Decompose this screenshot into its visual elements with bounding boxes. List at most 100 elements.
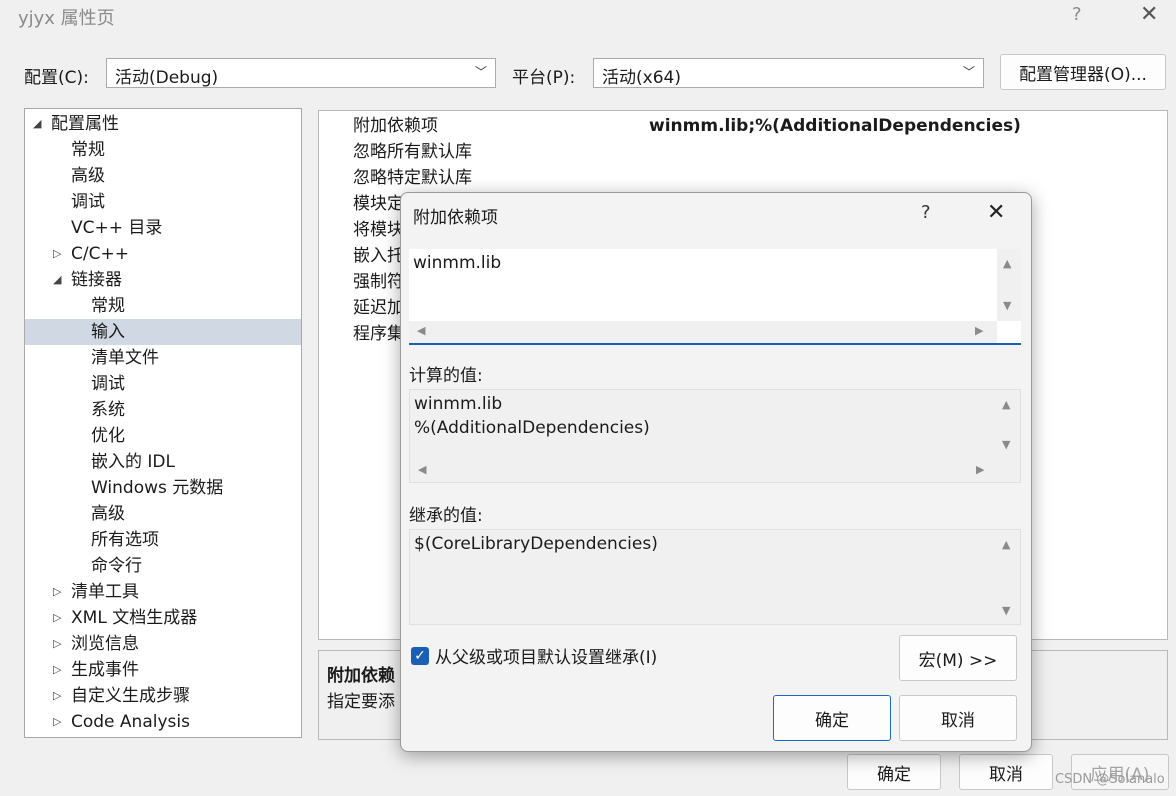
tree-item-label: 生成事件 bbox=[71, 660, 139, 680]
scroll-left-icon[interactable]: ◀ bbox=[418, 463, 426, 476]
watermark: CSDN @Solanalo bbox=[1055, 772, 1165, 787]
config-combo-value: 活动(Debug) bbox=[115, 68, 219, 88]
inherit-checkbox-label[interactable]: 从父级或项目默认设置继承(I) bbox=[435, 643, 657, 668]
macro-button[interactable]: 宏(M) >> bbox=[899, 635, 1017, 681]
tree-item[interactable]: ▷ 生成事件 bbox=[25, 657, 301, 683]
computed-line-1: winmm.lib bbox=[414, 394, 503, 414]
tree-item[interactable]: VC++ 目录 bbox=[25, 215, 301, 241]
tree-item[interactable]: ▷ 浏览信息 bbox=[25, 631, 301, 657]
inherit-checkbox[interactable]: ✓ bbox=[411, 646, 429, 665]
tree-item-label: 清单工具 bbox=[71, 582, 139, 602]
tree-item[interactable]: ▷ XML 文档生成器 bbox=[25, 605, 301, 631]
tree-item[interactable]: Windows 元数据 bbox=[25, 475, 301, 501]
property-row[interactable]: 忽略特定默认库 bbox=[319, 165, 1167, 191]
expand-arrow-icon[interactable]: ▷ bbox=[53, 683, 61, 709]
tree-item-label: 浏览信息 bbox=[71, 634, 139, 654]
scroll-up-icon[interactable]: ▲ bbox=[1002, 398, 1010, 411]
window-title: yjyx 属性页 bbox=[18, 8, 115, 29]
tree-item[interactable]: 高级 bbox=[25, 163, 301, 189]
help-icon[interactable]: ? bbox=[1072, 4, 1082, 25]
chevron-down-icon: ﹀ bbox=[474, 65, 487, 79]
tree-item[interactable]: 调试 bbox=[25, 189, 301, 215]
scroll-right-icon[interactable]: ▶ bbox=[975, 324, 983, 337]
additional-dependencies-dialog: 附加依赖项 ? ✕ winmm.lib ▲ ▼ ◀ ▶ 计算的值: winmm.… bbox=[400, 192, 1032, 752]
scroll-up-icon[interactable]: ▲ bbox=[1003, 257, 1011, 270]
expand-arrow-icon[interactable]: ▷ bbox=[53, 709, 61, 735]
tree-item[interactable]: 调试 bbox=[25, 371, 301, 397]
config-combo[interactable]: 活动(Debug) ﹀ bbox=[106, 58, 496, 88]
tree-item-label: 链接器 bbox=[71, 270, 122, 290]
tree-item-label: 自定义生成步骤 bbox=[71, 686, 190, 706]
platform-label: 平台(P): bbox=[512, 68, 576, 88]
property-row[interactable]: 忽略所有默认库 bbox=[319, 139, 1167, 165]
tree-item[interactable]: ▷ 自定义生成步骤 bbox=[25, 683, 301, 709]
tree-item[interactable]: ◢ 配置属性 bbox=[25, 111, 301, 137]
tree-item[interactable]: ▷ C/C++ bbox=[25, 241, 301, 267]
tree-item[interactable]: 输入 bbox=[25, 319, 301, 345]
inherited-value: $(CoreLibraryDependencies) bbox=[414, 534, 658, 554]
scroll-down-icon[interactable]: ▼ bbox=[1002, 604, 1010, 617]
tree-item-label: 所有选项 bbox=[91, 530, 159, 550]
scroll-right-icon[interactable]: ▶ bbox=[976, 463, 984, 476]
expand-arrow-icon[interactable]: ▷ bbox=[53, 657, 61, 683]
property-name: 附加依赖项 bbox=[353, 116, 438, 136]
tree-item[interactable]: 清单文件 bbox=[25, 345, 301, 371]
description-title: 附加依赖 bbox=[327, 666, 395, 686]
config-label: 配置(C): bbox=[24, 68, 89, 88]
computed-value-box: winmm.lib %(AdditionalDependencies) ▲ ▼ … bbox=[409, 389, 1021, 483]
tree-item[interactable]: 系统 bbox=[25, 397, 301, 423]
expand-arrow-icon[interactable]: ▷ bbox=[53, 631, 61, 657]
vertical-scrollbar[interactable]: ▲ ▼ bbox=[996, 530, 1020, 624]
tree-item[interactable]: ▷ 清单工具 bbox=[25, 579, 301, 605]
tree-item-label: 命令行 bbox=[91, 556, 142, 576]
tree-item[interactable]: 优化 bbox=[25, 423, 301, 449]
tree-item-label: 常规 bbox=[71, 140, 105, 160]
tree-item-label: C/C++ bbox=[71, 244, 129, 264]
property-tree: ◢ 配置属性 常规 高级 调试 VC++ 目录 ▷ C/C++ ◢ 链接器 常规 输入 清单文件 调试 系统… bbox=[24, 108, 302, 738]
property-name: 延迟加 bbox=[353, 298, 404, 318]
vertical-scrollbar[interactable]: ▲ ▼ bbox=[997, 249, 1021, 321]
collapse-arrow-icon[interactable]: ◢ bbox=[53, 267, 61, 293]
horizontal-scrollbar[interactable]: ◀ ▶ bbox=[409, 321, 997, 343]
tree-item-label: 高级 bbox=[71, 166, 105, 186]
tree-item[interactable]: ◢ 链接器 bbox=[25, 267, 301, 293]
dialog-cancel-button[interactable]: 取消 bbox=[899, 695, 1017, 741]
tree-item[interactable]: 常规 bbox=[25, 137, 301, 163]
tree-item[interactable]: 高级 bbox=[25, 501, 301, 527]
tree-item[interactable]: 嵌入的 IDL bbox=[25, 449, 301, 475]
dependencies-edit-text[interactable]: winmm.lib bbox=[413, 253, 501, 273]
expand-arrow-icon[interactable]: ▷ bbox=[53, 241, 61, 267]
expand-arrow-icon[interactable]: ▷ bbox=[53, 579, 61, 605]
property-row[interactable]: 附加依赖项 winmm.lib;%(AdditionalDependencies) bbox=[319, 113, 1167, 139]
config-manager-button[interactable]: 配置管理器(O)... bbox=[1000, 54, 1166, 90]
tree-item-label: 清单文件 bbox=[91, 348, 159, 368]
close-icon[interactable]: ✕ bbox=[1140, 2, 1158, 27]
tree-item[interactable]: 常规 bbox=[25, 293, 301, 319]
platform-combo[interactable]: 活动(x64) ﹀ bbox=[593, 58, 984, 88]
dialog-ok-button[interactable]: 确定 bbox=[773, 695, 891, 741]
tree-item[interactable]: ▷ Code Analysis bbox=[25, 709, 301, 735]
expand-arrow-icon[interactable]: ▷ bbox=[53, 605, 61, 631]
property-name: 模块定 bbox=[353, 194, 404, 214]
cancel-button[interactable]: 取消 bbox=[959, 754, 1053, 790]
tree-item-label: 输入 bbox=[91, 322, 125, 342]
chevron-down-icon: ﹀ bbox=[962, 65, 975, 79]
scroll-down-icon[interactable]: ▼ bbox=[1002, 438, 1010, 451]
scroll-down-icon[interactable]: ▼ bbox=[1003, 299, 1011, 312]
vertical-scrollbar[interactable]: ▲ ▼ bbox=[996, 390, 1020, 460]
scroll-up-icon[interactable]: ▲ bbox=[1002, 538, 1010, 551]
horizontal-scrollbar[interactable]: ◀ ▶ bbox=[410, 460, 998, 482]
close-icon[interactable]: ✕ bbox=[987, 200, 1005, 225]
inherit-checkbox-row[interactable]: ✓ 从父级或项目默认设置继承(I) bbox=[411, 643, 657, 668]
help-icon[interactable]: ? bbox=[921, 202, 931, 223]
property-value[interactable]: winmm.lib;%(AdditionalDependencies) bbox=[649, 113, 1021, 139]
dependencies-edit-box[interactable]: winmm.lib ▲ ▼ ◀ ▶ bbox=[409, 249, 1021, 345]
tree-item-label: Code Analysis bbox=[71, 712, 190, 732]
collapse-arrow-icon[interactable]: ◢ bbox=[33, 111, 41, 137]
property-name: 嵌入托 bbox=[353, 246, 404, 266]
scroll-left-icon[interactable]: ◀ bbox=[417, 324, 425, 337]
tree-item[interactable]: 命令行 bbox=[25, 553, 301, 579]
ok-button[interactable]: 确定 bbox=[847, 754, 941, 790]
tree-item-label: 调试 bbox=[71, 192, 105, 212]
tree-item[interactable]: 所有选项 bbox=[25, 527, 301, 553]
